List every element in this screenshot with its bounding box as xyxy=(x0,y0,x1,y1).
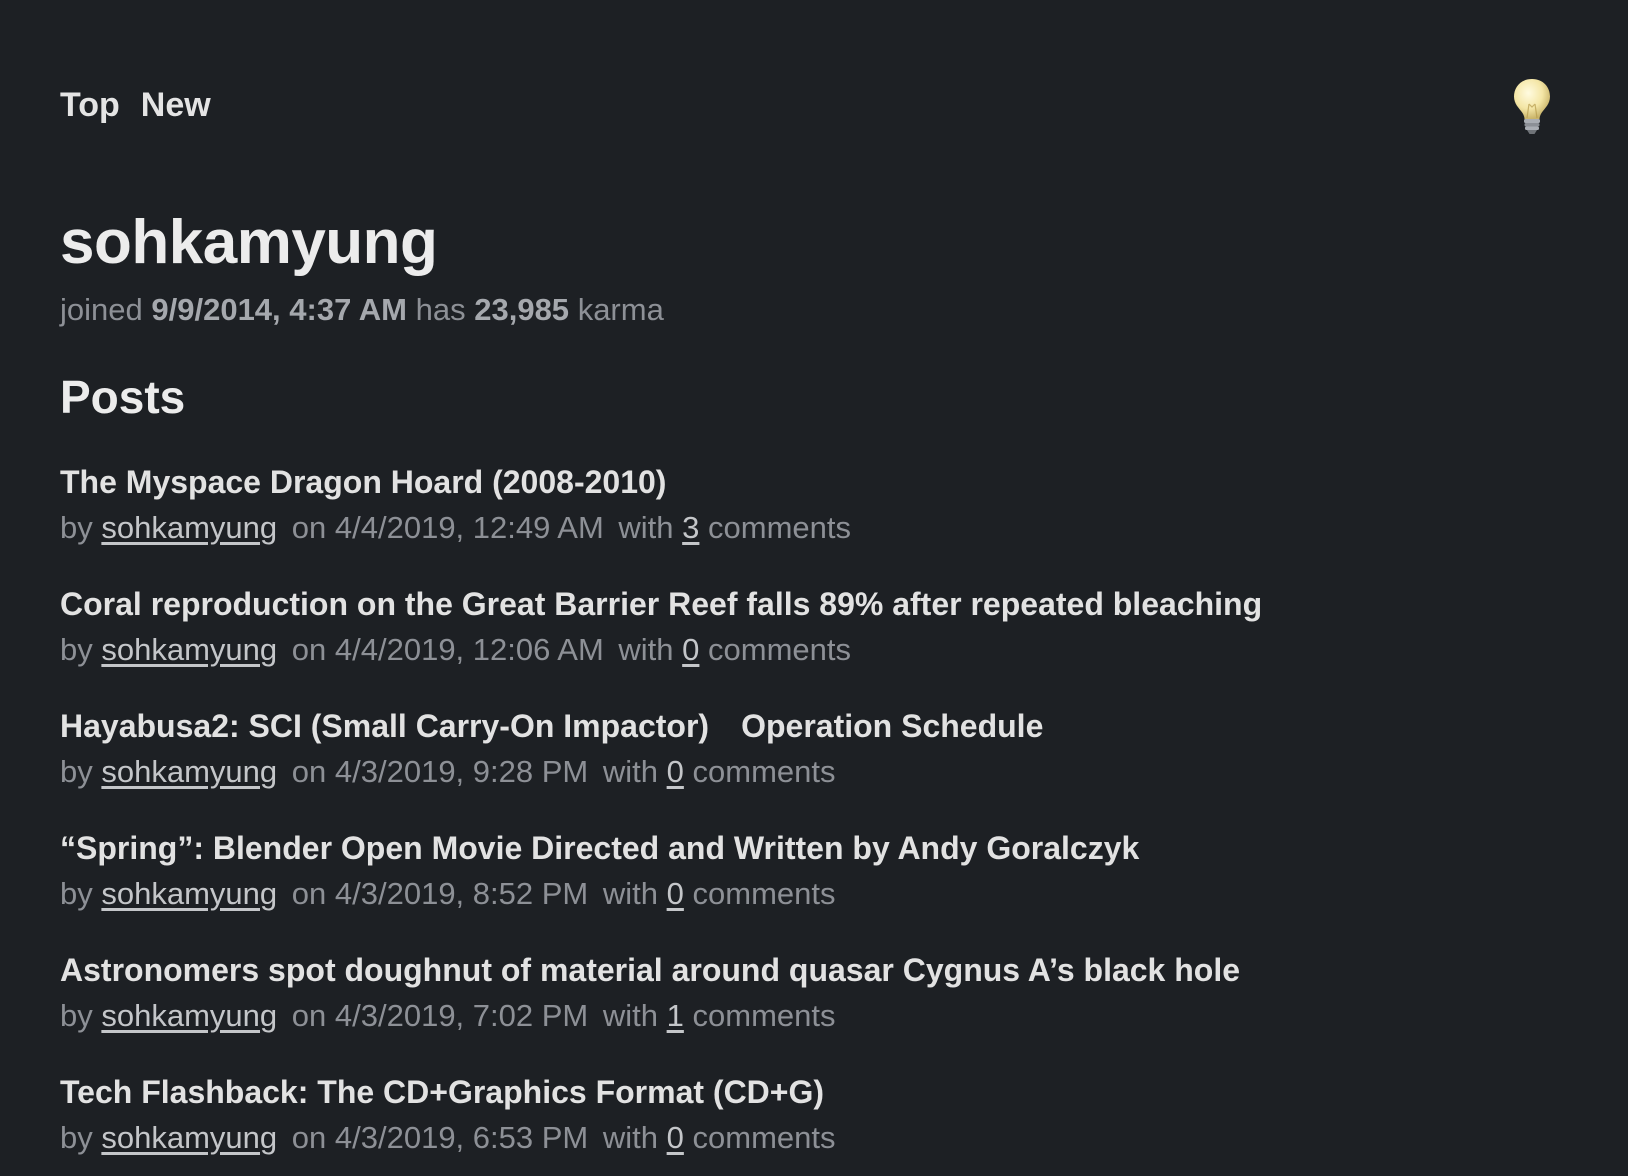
post-item: Astronomers spot doughnut of material ar… xyxy=(60,954,1262,1076)
by-label: by xyxy=(60,510,93,545)
joined-prefix: joined xyxy=(60,292,143,327)
post-date: 4/3/2019, 7:02 PM xyxy=(334,998,589,1033)
post-author-link[interactable]: sohkamyung xyxy=(101,876,277,911)
post-comments-link[interactable]: 0 xyxy=(667,876,684,911)
on-label: on xyxy=(291,998,327,1033)
comments-label: comments xyxy=(692,876,836,911)
comments-label: comments xyxy=(708,510,852,545)
post-author-link[interactable]: sohkamyung xyxy=(101,510,277,545)
post-meta: by sohkamyung on 4/3/2019, 8:52 PM with … xyxy=(60,878,1262,909)
post-title-link[interactable]: Hayabusa2: SCI (Small Carry-On Impactor)… xyxy=(60,710,1262,742)
post-author-link[interactable]: sohkamyung xyxy=(101,998,277,1033)
user-profile-page: Top New sohkamyung joined 9/9/2014, 4:37… xyxy=(0,0,1628,1176)
with-label: with xyxy=(602,876,658,911)
post-item: The Myspace Dragon Hoard (2008-2010) by … xyxy=(60,466,1262,588)
post-comments-link[interactable]: 1 xyxy=(667,998,684,1033)
with-label: with xyxy=(602,1120,658,1155)
on-label: on xyxy=(291,754,327,789)
comments-label: comments xyxy=(708,632,852,667)
karma-value: 23,985 xyxy=(474,292,570,327)
by-label: by xyxy=(60,754,93,789)
joined-date: 9/9/2014, 4:37 AM xyxy=(151,292,407,327)
post-comments-link[interactable]: 0 xyxy=(682,632,699,667)
with-label: with xyxy=(618,510,674,545)
post-meta: by sohkamyung on 4/3/2019, 7:02 PM with … xyxy=(60,1000,1262,1031)
post-title-link[interactable]: “Spring”: Blender Open Movie Directed an… xyxy=(60,832,1262,864)
on-label: on xyxy=(291,632,327,667)
post-meta: by sohkamyung on 4/4/2019, 12:49 AM with… xyxy=(60,512,1262,543)
post-title-link[interactable]: Tech Flashback: The CD+Graphics Format (… xyxy=(60,1076,1262,1108)
post-title-link[interactable]: Coral reproduction on the Great Barrier … xyxy=(60,588,1262,620)
nav-top-link[interactable]: Top xyxy=(60,88,120,122)
has-label: has xyxy=(415,292,466,327)
post-item: Hayabusa2: SCI (Small Carry-On Impactor)… xyxy=(60,710,1262,832)
post-comments-link[interactable]: 3 xyxy=(682,510,699,545)
theme-toggle-button[interactable] xyxy=(1510,76,1554,136)
post-comments-link[interactable]: 0 xyxy=(667,754,684,789)
on-label: on xyxy=(291,1120,327,1155)
by-label: by xyxy=(60,1120,93,1155)
post-date: 4/4/2019, 12:06 AM xyxy=(334,632,604,667)
by-label: by xyxy=(60,998,93,1033)
top-nav: Top New xyxy=(60,88,211,122)
by-label: by xyxy=(60,632,93,667)
on-label: on xyxy=(291,876,327,911)
profile-username: sohkamyung xyxy=(60,208,438,277)
post-author-link[interactable]: sohkamyung xyxy=(101,1120,277,1155)
post-author-link[interactable]: sohkamyung xyxy=(101,632,277,667)
post-date: 4/3/2019, 6:53 PM xyxy=(334,1120,589,1155)
nav-new-link[interactable]: New xyxy=(141,88,211,122)
comments-label: comments xyxy=(692,1120,836,1155)
post-author-link[interactable]: sohkamyung xyxy=(101,754,277,789)
post-item: Coral reproduction on the Great Barrier … xyxy=(60,588,1262,710)
post-date: 4/3/2019, 8:52 PM xyxy=(334,876,589,911)
lightbulb-icon xyxy=(1514,79,1550,134)
post-meta: by sohkamyung on 4/3/2019, 9:28 PM with … xyxy=(60,756,1262,787)
post-list: The Myspace Dragon Hoard (2008-2010) by … xyxy=(60,466,1262,1176)
comments-label: comments xyxy=(692,754,836,789)
with-label: with xyxy=(602,754,658,789)
post-title-link[interactable]: Astronomers spot doughnut of material ar… xyxy=(60,954,1262,986)
profile-meta: joined 9/9/2014, 4:37 AM has 23,985 karm… xyxy=(60,294,664,325)
by-label: by xyxy=(60,876,93,911)
post-item: Tech Flashback: The CD+Graphics Format (… xyxy=(60,1076,1262,1176)
post-title-link[interactable]: The Myspace Dragon Hoard (2008-2010) xyxy=(60,466,1262,498)
post-comments-link[interactable]: 0 xyxy=(667,1120,684,1155)
with-label: with xyxy=(618,632,674,667)
comments-label: comments xyxy=(692,998,836,1033)
post-meta: by sohkamyung on 4/4/2019, 12:06 AM with… xyxy=(60,634,1262,665)
post-item: “Spring”: Blender Open Movie Directed an… xyxy=(60,832,1262,954)
post-date: 4/4/2019, 12:49 AM xyxy=(334,510,604,545)
karma-label: karma xyxy=(577,292,664,327)
post-meta: by sohkamyung on 4/3/2019, 6:53 PM with … xyxy=(60,1122,1262,1153)
post-date: 4/3/2019, 9:28 PM xyxy=(334,754,589,789)
with-label: with xyxy=(602,998,658,1033)
on-label: on xyxy=(291,510,327,545)
posts-heading: Posts xyxy=(60,371,186,423)
